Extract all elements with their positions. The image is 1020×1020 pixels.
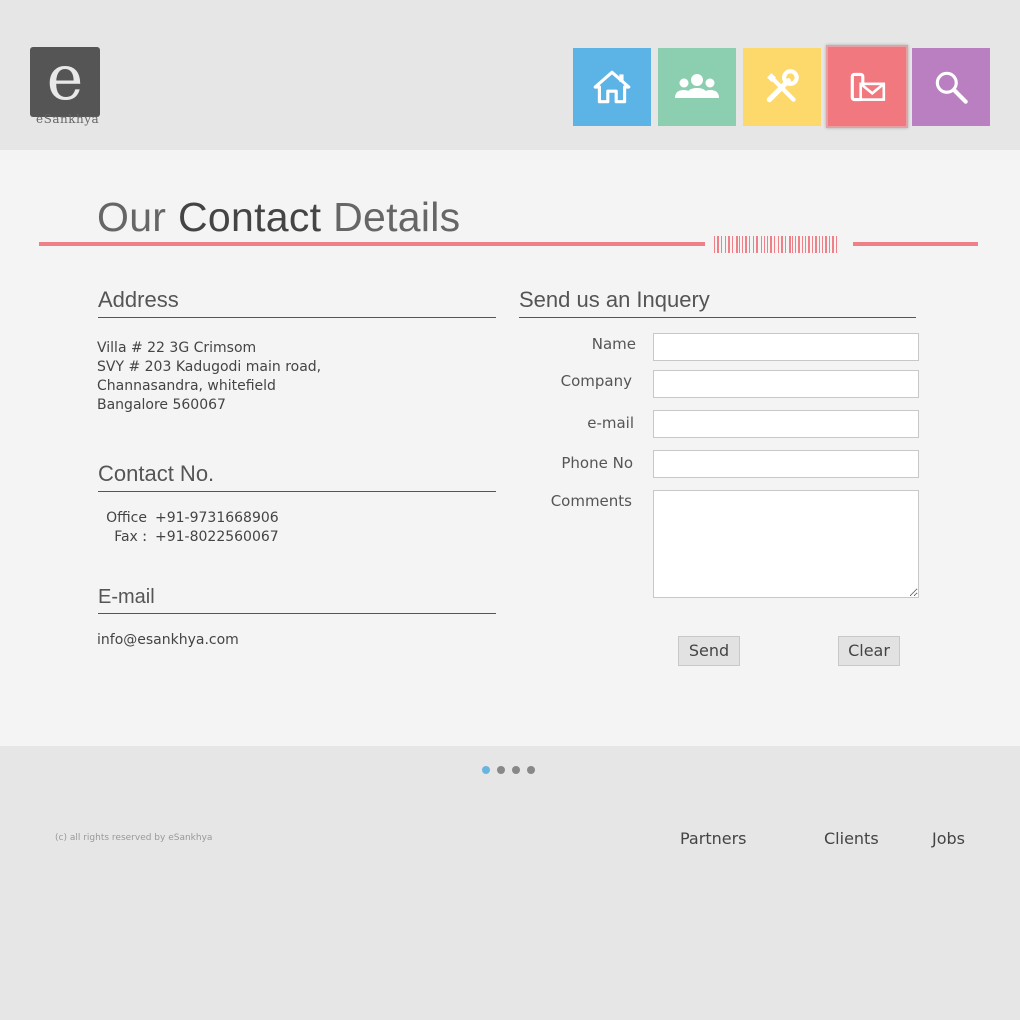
email-address[interactable]: info@esankhya.com [97, 631, 239, 650]
contact-number-heading: Contact No. [98, 461, 496, 492]
page-title: Our Contact Details [97, 194, 461, 241]
main-content: Our Contact Details Address Villa # 22 3… [0, 150, 1020, 746]
people-icon [675, 74, 719, 98]
inquiry-heading: Send us an Inquery [519, 287, 916, 318]
title-suffix: Details [333, 194, 461, 240]
pager-dot[interactable] [512, 766, 520, 774]
pager-dot[interactable] [482, 766, 490, 774]
phone-input[interactable] [653, 450, 919, 478]
pager-dot[interactable] [497, 766, 505, 774]
footer-link-partners[interactable]: Partners [680, 829, 746, 848]
nav-team-button[interactable] [658, 48, 736, 126]
title-underline [39, 242, 705, 246]
address-line: Bangalore 560067 [97, 397, 226, 413]
nav-contact-button[interactable] [826, 45, 908, 128]
title-bold: Contact [177, 194, 322, 240]
home-icon [593, 70, 631, 104]
email-heading: E-mail [98, 586, 496, 614]
address-block: Villa # 22 3G Crimsom SVY # 203 Kadugodi… [97, 339, 321, 415]
logo-text: eSankhya [36, 112, 100, 126]
nav-services-button[interactable] [743, 48, 821, 126]
fax-number: +91-8022560067 [155, 529, 279, 545]
footer-link-jobs[interactable]: Jobs [932, 829, 965, 848]
company-input[interactable] [653, 370, 919, 398]
footer-link-clients[interactable]: Clients [824, 829, 879, 848]
nav-home-button[interactable] [573, 48, 651, 126]
title-underline-right [853, 242, 978, 246]
search-icon [935, 71, 968, 104]
company-label: Company [560, 372, 632, 390]
name-input[interactable] [653, 333, 919, 361]
address-line: Villa # 22 3G Crimsom [97, 340, 257, 356]
office-number[interactable]: +91-9731668906 [155, 509, 279, 528]
copyright-text: (c) all rights reserved by eSankhya [55, 833, 213, 843]
name-label: Name [591, 335, 636, 353]
carousel-pager [482, 766, 535, 774]
comments-label: Comments [550, 492, 632, 510]
clear-button[interactable]: Clear [838, 636, 900, 666]
logo-letter: e [46, 41, 84, 114]
site-logo[interactable]: e [30, 43, 100, 117]
address-line: SVY # 203 Kadugodi main road, [97, 359, 322, 375]
barcode-decoration [714, 236, 837, 253]
title-prefix: Our [97, 194, 167, 240]
email-input[interactable] [653, 410, 919, 438]
site-header: e eSankhya [0, 0, 1020, 150]
address-heading: Address [98, 287, 496, 318]
phone-label: Phone No [561, 454, 633, 472]
phone-mail-icon [850, 72, 886, 101]
pager-dot[interactable] [527, 766, 535, 774]
email-label: e-mail [587, 414, 634, 432]
send-button[interactable]: Send [678, 636, 740, 666]
fax-label: Fax : [114, 529, 147, 545]
address-line: Channasandra, whitefield [97, 378, 276, 394]
nav-search-button[interactable] [912, 48, 990, 126]
tools-icon [766, 69, 799, 103]
comments-textarea[interactable] [653, 490, 919, 598]
